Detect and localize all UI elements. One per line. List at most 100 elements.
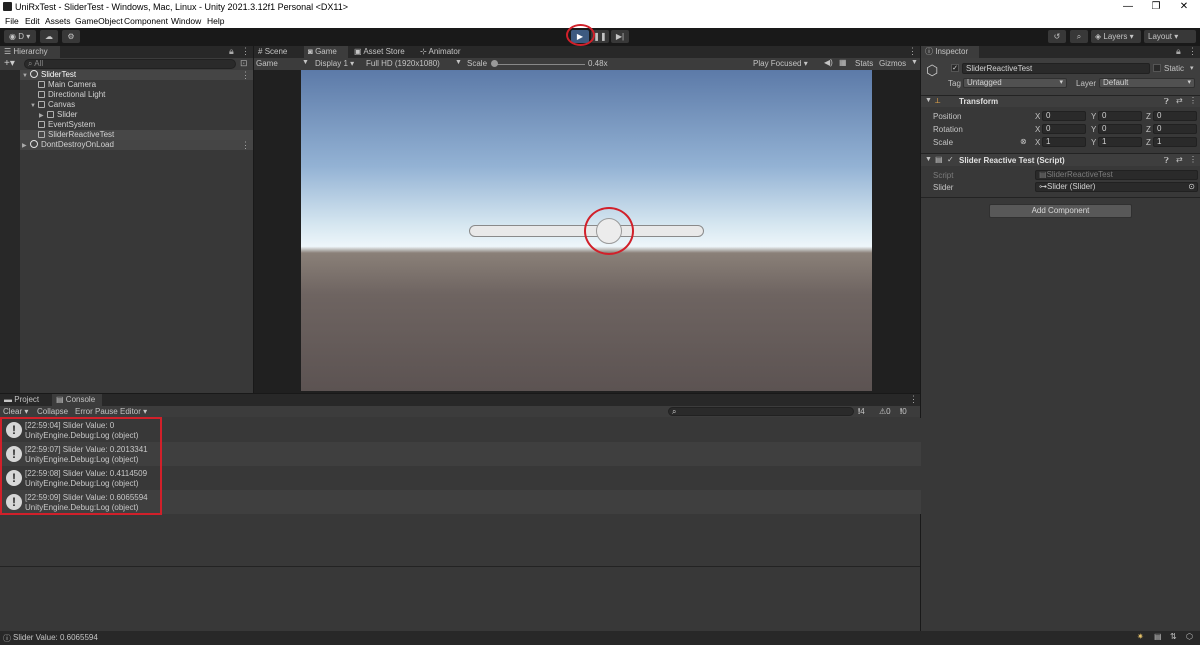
collab-button[interactable]: ⚙ [62,30,80,43]
lock-icon[interactable]: 🔒︎ [229,46,234,57]
scene-visibility-icon[interactable]: ⊡ [240,58,248,69]
editor-dropdown[interactable]: Editor ▾ [120,407,147,416]
scale-y-input[interactable]: 1 [1098,137,1142,147]
add-icon[interactable]: +▾ [4,58,15,69]
more-icon[interactable]: ⋮ [241,140,250,150]
debug-icon[interactable]: ⬡ [1186,632,1193,641]
hierarchy-search-input[interactable]: ⌕ All [24,59,236,69]
menu-assets[interactable]: Assets [45,16,71,26]
account-button[interactable]: ◉ D ▾ [4,30,36,43]
rotation-x-input[interactable]: 0 [1042,124,1086,134]
tab-console[interactable]: ▤ Console [52,394,102,406]
tab-animator[interactable]: ⊹ Animator [416,46,476,58]
tree-item-eventsystem[interactable]: EventSystem [38,120,95,130]
preset-icon[interactable]: ⇄ [1176,96,1183,105]
display-dropdown[interactable]: Display 1 ▾ [315,59,354,68]
clear-button[interactable]: Clear ▾ [3,407,28,416]
menu-gameobject[interactable]: GameObject [75,16,123,26]
layer-dropdown[interactable]: Default ▾ [1099,78,1195,88]
menu-help[interactable]: Help [207,16,224,26]
game-mode-dropdown[interactable]: Game [256,59,278,68]
tag-dropdown[interactable]: Untagged ▾ [963,78,1067,88]
search-button[interactable]: ⌕ [1070,30,1088,43]
history-button[interactable]: ↺ [1048,30,1066,43]
menu-edit[interactable]: Edit [25,16,40,26]
tab-scene[interactable]: # Scene [254,46,304,58]
link-icon[interactable]: ⊗ [1020,137,1027,146]
tree-item-slidertest[interactable]: ▼ SliderTest ⋮ [20,70,253,80]
tab-game[interactable]: ◙ Game [304,46,348,58]
transform-header[interactable]: ▼ ⟂ Transform ❓︎ ⇄ ⋮ [921,95,1200,107]
stats-button[interactable]: Stats [855,59,873,68]
position-y-input[interactable]: 0 [1098,111,1142,121]
more-icon[interactable]: ⋮ [1189,155,1197,164]
add-component-button[interactable]: Add Component [989,204,1132,218]
more-icon[interactable]: ⋮ [241,46,250,57]
log-count-toggle[interactable]: ❗︎4 [858,407,865,417]
cache-icon[interactable]: ▤ [1154,632,1162,641]
more-icon[interactable]: ⋮ [241,70,250,80]
slider-object-field[interactable]: ⊶Slider (Slider) ⊙ [1035,182,1198,192]
menu-window[interactable]: Window [171,16,201,26]
layers-dropdown[interactable]: ◈ Layers ▾ [1091,30,1141,43]
play-focused-dropdown[interactable]: Play Focused ▾ [753,59,808,68]
tree-item-dontdestroyonload[interactable]: ▶ DontDestroyOnLoad ⋮ [20,140,253,150]
position-z-input[interactable]: 0 [1153,111,1197,121]
tab-project[interactable]: ▬ Project [0,394,50,406]
chevron-down-icon[interactable]: ▾ [1190,64,1194,72]
tab-asset-store[interactable]: ▣ Asset Store [350,46,414,58]
scale-slider-track[interactable] [493,64,585,65]
game-view[interactable] [301,70,872,391]
more-icon[interactable]: ⋮ [908,46,917,57]
tree-item-sliderreactivetest[interactable]: SliderReactiveTest [20,130,253,140]
menu-file[interactable]: File [5,16,19,26]
field-value: 1 [1102,137,1107,146]
menu-component[interactable]: Component [124,16,168,26]
resolution-dropdown[interactable]: Full HD (1920x1080) [366,59,440,68]
more-icon[interactable]: ⋮ [1188,46,1197,57]
more-icon[interactable]: ⋮ [1189,96,1197,105]
resolution-label: Full HD (1920x1080) [366,59,440,68]
object-name-field[interactable]: SliderReactiveTest [962,63,1150,74]
preset-icon[interactable]: ⇄ [1176,155,1183,164]
error-pause-toggle[interactable]: Error Pause [75,407,118,416]
enabled-checkbox[interactable]: ✓ [947,155,954,164]
cloud-button[interactable]: ☁ [40,30,58,43]
gizmos-button[interactable]: Gizmos [879,59,906,68]
tree-item-canvas[interactable]: ▼ Canvas [30,100,75,110]
help-icon[interactable]: ❓︎ [1164,97,1169,107]
warning-count-toggle[interactable]: ⚠︎0 [879,407,891,416]
help-icon[interactable]: ❓︎ [1164,156,1169,166]
status-message[interactable]: Slider Value: 0.6065594 [13,633,98,642]
maximize-button[interactable]: ❐ [1142,0,1170,14]
tree-item-directional-light[interactable]: Directional Light [38,90,105,100]
grid-icon[interactable]: ▦ [839,58,847,67]
close-button[interactable]: ✕ [1170,0,1198,14]
scale-z-input[interactable]: 1 [1153,137,1197,147]
object-picker-icon[interactable]: ⊙ [1188,183,1195,191]
console-search-input[interactable]: ⌕ [668,407,854,416]
lighting-icon[interactable]: ✷ [1137,632,1144,641]
tab-hierarchy[interactable]: ☰ Hierarchy [0,46,60,58]
position-x-input[interactable]: 0 [1042,111,1086,121]
network-icon[interactable]: ⇅ [1170,632,1177,641]
error-count-toggle[interactable]: ❗︎0 [900,407,907,417]
lock-icon[interactable]: 🔒︎ [1176,46,1181,57]
tab-inspector[interactable]: ⓘ Inspector [921,46,979,58]
step-button[interactable]: ▶| [611,30,629,43]
active-checkbox[interactable]: ✓ [951,64,959,72]
more-icon[interactable]: ⋮ [909,394,918,405]
rotation-z-input[interactable]: 0 [1153,124,1197,134]
tree-item-main-camera[interactable]: Main Camera [38,80,96,90]
script-component-header[interactable]: ▼ ▤ ✓ Slider Reactive Test (Script) ❓︎ ⇄… [921,153,1200,166]
minimize-button[interactable]: — [1114,0,1142,14]
scale-slider-handle[interactable] [491,60,498,67]
rotation-y-input[interactable]: 0 [1098,124,1142,134]
mute-icon[interactable]: ◀) [824,58,833,67]
static-checkbox[interactable] [1153,64,1161,72]
collapse-toggle[interactable]: Collapse [37,407,68,416]
tree-item-slider[interactable]: ▶ Slider [39,110,77,120]
chevron-down-icon: ▼ [455,59,462,66]
scale-x-input[interactable]: 1 [1042,137,1086,147]
layout-dropdown[interactable]: Layout ▾ [1144,30,1196,43]
